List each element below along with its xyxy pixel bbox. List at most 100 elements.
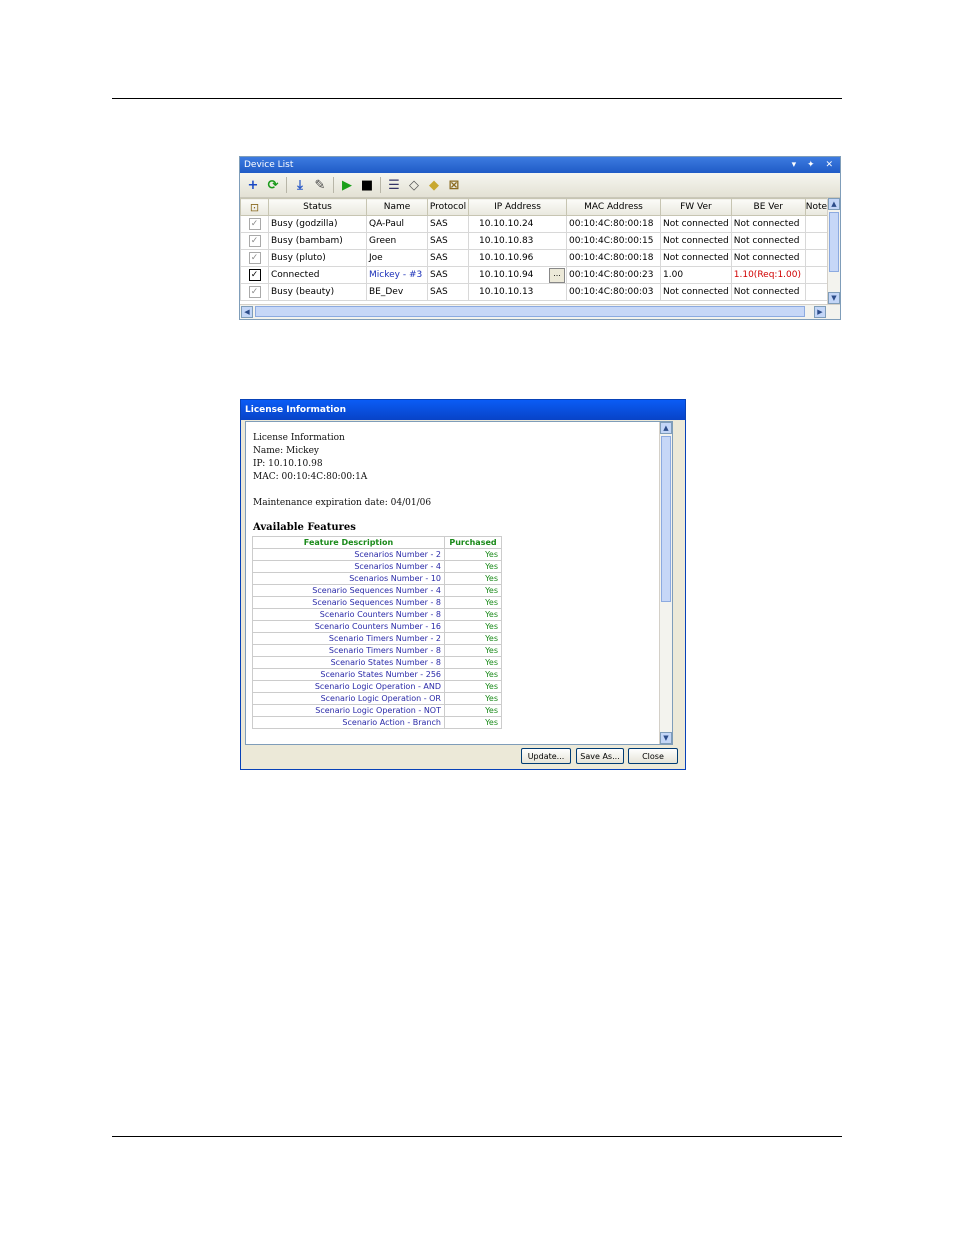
lock-button[interactable]: ⊠ — [444, 175, 464, 195]
feature-description-header: Feature Description — [252, 536, 445, 549]
cell-status: Busy (bambam) — [268, 232, 367, 250]
feature-description: Scenarios Number - 10 — [252, 572, 445, 585]
feature-row: Scenario Sequences Number - 4 Yes — [252, 584, 502, 597]
scroll-right-icon[interactable]: ▶ — [814, 306, 826, 318]
cell-protocol: SAS — [427, 266, 469, 284]
ip-edit-button[interactable]: ... — [549, 268, 565, 283]
column-header-be[interactable]: BE Ver — [730, 198, 806, 216]
row-checkbox[interactable]: ✓ — [248, 252, 261, 264]
feature-description: Scenario Logic Operation - NOT — [252, 704, 445, 717]
note-button[interactable]: ◆ — [424, 175, 444, 195]
column-header-ip[interactable]: IP Address — [468, 198, 567, 216]
edit-button[interactable]: ✎ — [310, 175, 330, 195]
add-icon: + — [247, 177, 259, 193]
close-button[interactable]: Close — [628, 748, 678, 764]
device-row[interactable]: ✓ Connected Mickey - #3 SAS 10.10.10.94... 00… — [240, 266, 833, 284]
row-checkbox[interactable]: ✓ — [248, 235, 261, 247]
license-scroll-thumb[interactable] — [661, 436, 671, 602]
scroll-down-icon[interactable]: ▼ — [828, 292, 840, 304]
feature-row: Scenario Counters Number - 8 Yes — [252, 608, 502, 621]
feature-purchased: Yes — [444, 716, 502, 729]
cell-ip: 10.10.10.13 — [468, 283, 567, 301]
refresh-icon: ⟳ — [267, 177, 279, 193]
stop-icon: ■ — [360, 177, 374, 193]
device-list-vertical-scrollbar[interactable]: ▲ ▼ — [827, 198, 840, 304]
feature-description: Scenario States Number - 256 — [252, 668, 445, 681]
save-as-button[interactable]: Save As... — [576, 748, 624, 764]
row-lock-cell: ✓ — [240, 232, 269, 250]
cell-mac: 00:10:4C:80:00:15 — [566, 232, 661, 250]
list-button[interactable]: ☰ — [384, 175, 404, 195]
cell-be: 1.10(Req:1.00) — [730, 266, 806, 284]
feature-description: Scenario Counters Number - 8 — [252, 608, 445, 621]
cell-mac: 00:10:4C:80:00:18 — [566, 215, 661, 233]
cell-be: Not connected — [730, 215, 806, 233]
feature-purchased: Yes — [444, 596, 502, 609]
device-row[interactable]: ✓ Busy (godzilla) QA-Paul SAS 10.10.10.24 00:… — [240, 215, 833, 233]
stop-button[interactable]: ■ — [357, 175, 377, 195]
add-button[interactable]: + — [243, 175, 263, 195]
refresh-button[interactable]: ⟳ — [263, 175, 283, 195]
row-lock-cell: ✓ — [240, 283, 269, 301]
feature-purchased: Yes — [444, 644, 502, 657]
cell-name: Green — [366, 232, 428, 250]
device-list-titlebar: Device List ▾ ✦ ✕ — [240, 157, 840, 173]
scroll-down-icon[interactable]: ▼ — [660, 732, 672, 744]
license-vertical-scrollbar[interactable]: ▲ ▼ — [659, 422, 672, 744]
scroll-up-icon[interactable]: ▲ — [660, 422, 672, 434]
cell-protocol: SAS — [427, 232, 469, 250]
feature-row: Scenario Timers Number - 2 Yes — [252, 632, 502, 645]
row-checkbox[interactable]: ✓ — [248, 286, 261, 298]
feature-description: Scenario Action - Branch — [252, 716, 445, 729]
download-button[interactable]: ⤓ — [290, 175, 310, 195]
feature-row: Scenario Logic Operation - AND Yes — [252, 680, 502, 693]
license-info-heading: License Information — [253, 433, 345, 443]
feature-purchased: Yes — [444, 560, 502, 573]
column-header-status[interactable]: Status — [268, 198, 367, 216]
row-lock-cell: ✓ — [240, 215, 269, 233]
feature-row: Scenario Sequences Number - 8 Yes — [252, 596, 502, 609]
device-list-toolbar: + ⟳ ⤓ ✎ ▶ ■ ☰ ◇ ◆ ⊠ — [240, 173, 840, 198]
scroll-up-icon[interactable]: ▲ — [828, 198, 840, 210]
cell-fw: 1.00 — [660, 266, 732, 284]
toolbar-separator — [333, 177, 334, 193]
tag-button[interactable]: ◇ — [404, 175, 424, 195]
play-icon: ▶ — [342, 177, 352, 193]
row-checkbox[interactable]: ✓ — [248, 269, 261, 281]
vertical-scroll-thumb[interactable] — [829, 212, 839, 272]
feature-purchased: Yes — [444, 548, 502, 561]
feature-description: Scenario States Number - 8 — [252, 656, 445, 669]
list-icon: ☰ — [388, 177, 400, 193]
feature-description: Scenario Timers Number - 8 — [252, 644, 445, 657]
column-header-name[interactable]: Name — [366, 198, 428, 216]
row-checkbox[interactable]: ✓ — [248, 218, 261, 230]
feature-purchased: Yes — [444, 584, 502, 597]
lock-column-header[interactable]: ⊡ — [240, 198, 269, 216]
license-name: Name: Mickey — [253, 446, 319, 456]
device-row[interactable]: ✓ Busy (beauty) BE_Dev SAS 10.10.10.13 00:10:… — [240, 283, 833, 301]
horizontal-scroll-thumb[interactable] — [255, 306, 805, 317]
scroll-left-icon[interactable]: ◀ — [241, 306, 253, 318]
purchased-header: Purchased — [444, 536, 502, 549]
device-list-horizontal-scrollbar[interactable]: ◀ ▶ — [240, 304, 840, 319]
device-row[interactable]: ✓ Busy (bambam) Green SAS 10.10.10.83 00:10:4… — [240, 232, 833, 250]
maintenance-expiration: Maintenance expiration date: 04/01/06 — [253, 498, 432, 508]
features-table: Feature Description Purchased Scenarios … — [252, 536, 502, 729]
column-header-mac[interactable]: MAC Address — [566, 198, 661, 216]
feature-purchased: Yes — [444, 656, 502, 669]
row-lock-cell: ✓ — [240, 249, 269, 267]
row-lock-cell: ✓ — [240, 266, 269, 284]
feature-description: Scenarios Number - 4 — [252, 560, 445, 573]
column-header-fw[interactable]: FW Ver — [660, 198, 732, 216]
device-row[interactable]: ✓ Busy (pluto) Joe SAS 10.10.10.96 00:10:4C:8… — [240, 249, 833, 267]
panel-window-buttons[interactable]: ▾ ✦ ✕ — [792, 157, 837, 173]
feature-purchased: Yes — [444, 680, 502, 693]
feature-description: Scenario Sequences Number - 4 — [252, 584, 445, 597]
update-button[interactable]: Update... — [521, 748, 571, 764]
play-button[interactable]: ▶ — [337, 175, 357, 195]
license-mac: MAC: 00:10:4C:80:00:1A — [253, 472, 368, 482]
column-header-protocol[interactable]: Protocol — [427, 198, 469, 216]
feature-row: Scenario Action - Branch Yes — [252, 716, 502, 729]
feature-row: Scenario States Number - 8 Yes — [252, 656, 502, 669]
feature-description: Scenario Logic Operation - OR — [252, 692, 445, 705]
